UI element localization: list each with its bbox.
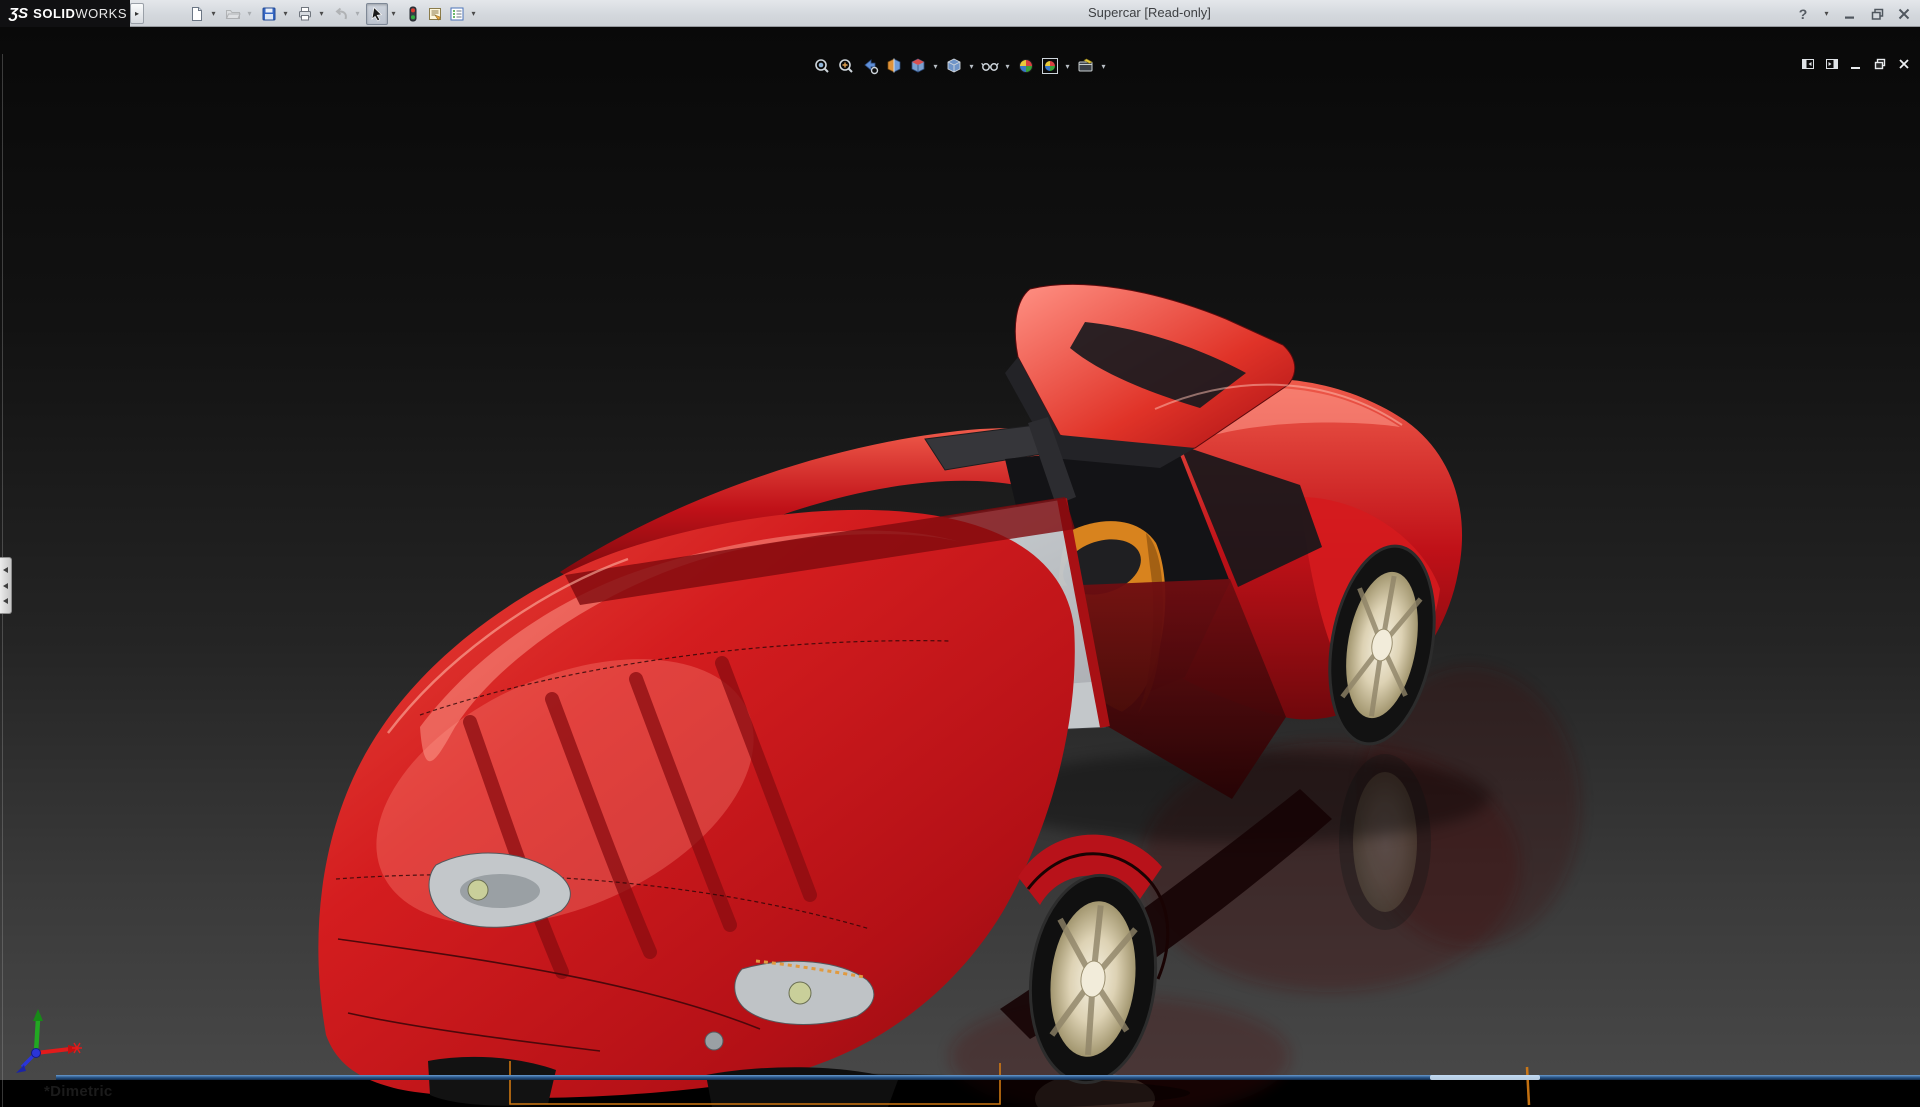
display-style-button[interactable] [942, 56, 965, 76]
minimize-document-button[interactable] [1847, 56, 1864, 72]
rebuild-button[interactable] [402, 3, 424, 25]
close-icon [1898, 8, 1910, 19]
minimize-icon [1845, 16, 1854, 19]
help-dropdown[interactable]: ▾ [1821, 3, 1832, 25]
rebuild-traffic-light-icon [409, 6, 417, 21]
print-icon [299, 6, 311, 20]
solidworks-logo: ƷS SOLID WORKS [0, 0, 130, 27]
collapse-arrow-icon [3, 567, 8, 574]
car-3d-model [318, 283, 1580, 1107]
previous-view-icon [863, 59, 878, 75]
minimize-icon [1850, 67, 1860, 69]
section-view-icon [887, 58, 900, 73]
view-orientation-dropdown[interactable]: ▾ [930, 56, 941, 76]
menu-flyout-button[interactable]: ▸ [130, 3, 144, 24]
headsup-view-toolbar: ▾ ▾ ▾ ▾ ▾ [810, 56, 1109, 76]
new-document-icon [192, 6, 202, 21]
collapsed-feature-pane-tab[interactable] [0, 557, 12, 614]
zoom-to-area-icon [838, 59, 853, 73]
help-button[interactable]: ? [1794, 4, 1812, 24]
apply-scene-icon [1041, 58, 1058, 74]
main-toolbar: ▾ ▾ ▾ ▾ ▾ ▾ ▾ [186, 2, 482, 25]
edit-appearance-icon [1018, 59, 1033, 73]
hide-show-items-icon [980, 62, 999, 71]
window-controls: ? ▾ [1794, 0, 1913, 27]
restore-window-button[interactable] [1868, 4, 1886, 24]
undo-icon [335, 7, 347, 19]
panel-left-icon [1801, 59, 1814, 69]
brand-name-light: WORKS [75, 6, 128, 21]
display-style-icon [947, 58, 960, 73]
save-button[interactable] [258, 3, 280, 25]
solidworks-window: ▾ ▾ ▾ ▾ ▾ *Dimetric ƷS SOLID WORKS ▸ ▾ ▾… [0, 0, 1920, 1107]
close-document-button[interactable] [1895, 56, 1912, 72]
undo-button[interactable] [330, 3, 352, 25]
brand-name-bold: SOLID [33, 6, 76, 21]
restore-icon [1871, 8, 1883, 20]
taskbar-edge-strip [56, 1075, 1920, 1080]
print-dropdown[interactable]: ▾ [316, 3, 327, 25]
restore-icon [1874, 58, 1885, 70]
previous-view-button[interactable] [858, 56, 881, 76]
section-view-button[interactable] [882, 56, 905, 76]
open-document-icon [225, 9, 241, 19]
hide-show-items-dropdown[interactable]: ▾ [1002, 56, 1013, 76]
edit-appearance-button[interactable] [1014, 56, 1037, 76]
save-icon [262, 7, 276, 20]
select-button[interactable] [366, 2, 388, 25]
graphics-viewport[interactable]: ▾ ▾ ▾ ▾ ▾ *Dimetric [0, 27, 1920, 1107]
document-window-controls [1799, 56, 1912, 72]
minimize-window-button[interactable] [1841, 4, 1859, 24]
collapse-arrow-icon [3, 582, 8, 589]
title-bar: ƷS SOLID WORKS ▸ ▾ ▾ ▾ ▾ ▾ ▾ ▾ Supercar … [0, 0, 1920, 27]
taskbar-edge-glow [1430, 1075, 1540, 1080]
options-button[interactable] [446, 3, 468, 25]
collapse-arrow-icon [3, 597, 8, 604]
toggle-right-pane-button[interactable] [1823, 56, 1840, 72]
open-document-dropdown[interactable]: ▾ [244, 3, 255, 25]
view-settings-icon [1078, 58, 1093, 72]
print-button[interactable] [294, 3, 316, 25]
zoom-to-fit-button[interactable] [810, 56, 833, 76]
options-icon [450, 7, 464, 20]
view-settings-dropdown[interactable]: ▾ [1098, 56, 1109, 76]
apply-scene-dropdown[interactable]: ▾ [1062, 56, 1073, 76]
close-icon [1898, 59, 1909, 69]
zoom-to-area-button[interactable] [834, 56, 857, 76]
view-settings-button[interactable] [1074, 56, 1097, 76]
undo-dropdown[interactable]: ▾ [352, 3, 363, 25]
open-document-button[interactable] [222, 3, 244, 25]
options-dropdown[interactable]: ▾ [468, 3, 479, 25]
apply-scene-button[interactable] [1038, 56, 1061, 76]
panel-right-icon [1825, 59, 1838, 69]
new-document-dropdown[interactable]: ▾ [208, 3, 219, 25]
select-cursor-icon [371, 6, 383, 21]
view-orientation-icon [911, 58, 924, 73]
file-properties-button[interactable] [424, 3, 446, 25]
view-orientation-label: *Dimetric [44, 1083, 113, 1100]
display-style-dropdown[interactable]: ▾ [966, 56, 977, 76]
close-window-button[interactable] [1895, 4, 1913, 24]
hide-show-items-button[interactable] [978, 56, 1001, 76]
select-dropdown[interactable]: ▾ [388, 3, 399, 25]
new-document-button[interactable] [186, 3, 208, 25]
file-properties-icon [429, 7, 441, 21]
save-dropdown[interactable]: ▾ [280, 3, 291, 25]
window-title: Supercar [Read-only] [1088, 5, 1211, 20]
zoom-to-fit-icon [814, 59, 829, 73]
brand-mark: ƷS [9, 5, 29, 22]
view-orientation-button[interactable] [906, 56, 929, 76]
toggle-left-pane-button[interactable] [1799, 56, 1816, 72]
restore-document-button[interactable] [1871, 56, 1888, 72]
